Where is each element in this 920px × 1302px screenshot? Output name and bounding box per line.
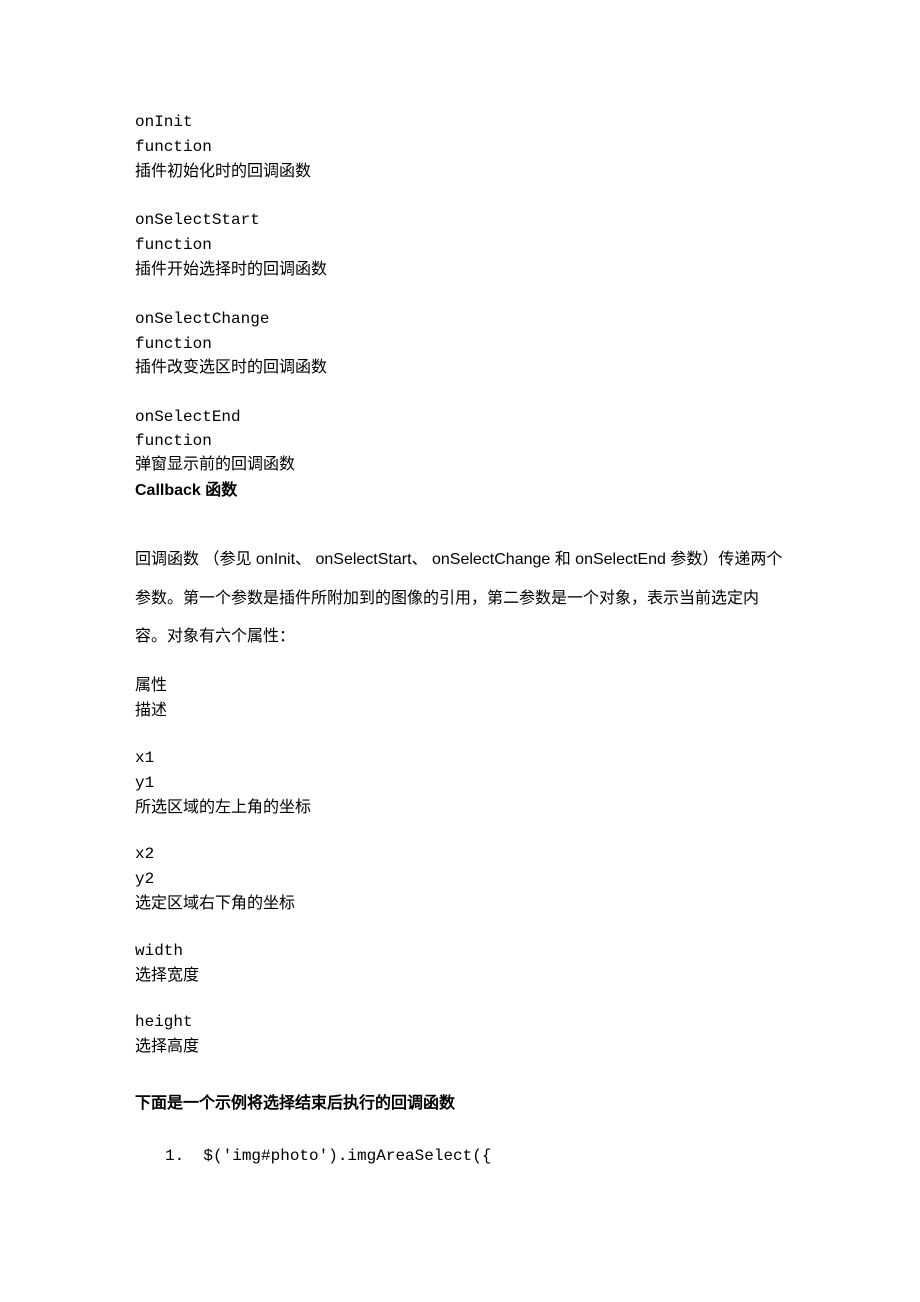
example-heading: 下面是一个示例将选择结束后执行的回调函数 (135, 1092, 785, 1116)
option-name: onSelectEnd (135, 405, 785, 429)
property-x2y2: x2 y2 选定区域右下角的坐标 (135, 842, 785, 916)
option-type: function (135, 135, 785, 160)
property-desc: 选择高度 (135, 1035, 785, 1060)
option-desc: 弹窗显示前的回调函数 (135, 453, 785, 477)
property-desc: 所选区域的左上角的坐标 (135, 796, 785, 821)
code-line-number: 1. (165, 1147, 184, 1165)
property-header: 属性 描述 (135, 674, 785, 724)
callback-heading: Callback 函数 (135, 479, 785, 503)
option-name: onSelectStart (135, 208, 785, 233)
property-header-attr: 属性 (135, 674, 785, 699)
callback-option-onselectchange: onSelectChange function 插件改变选区时的回调函数 (135, 307, 785, 381)
property-x1y1: x1 y1 所选区域的左上角的坐标 (135, 746, 785, 820)
option-type: function (135, 332, 785, 357)
callback-intro: 回调函数 （参见 onInit、 onSelectStart、 onSelect… (135, 541, 785, 656)
option-type: function (135, 429, 785, 453)
property-name: height (135, 1010, 785, 1035)
property-name: y1 (135, 771, 785, 796)
property-desc: 选定区域右下角的坐标 (135, 892, 785, 917)
option-desc: 插件初始化时的回调函数 (135, 160, 785, 185)
callback-option-oninit: onInit function 插件初始化时的回调函数 (135, 110, 785, 184)
property-desc: 选择宽度 (135, 964, 785, 989)
callback-option-onselectstart: onSelectStart function 插件开始选择时的回调函数 (135, 208, 785, 282)
option-desc: 插件改变选区时的回调函数 (135, 356, 785, 381)
property-height: height 选择高度 (135, 1010, 785, 1060)
property-width: width 选择宽度 (135, 939, 785, 989)
option-name: onSelectChange (135, 307, 785, 332)
document-page: onInit function 插件初始化时的回调函数 onSelectStar… (0, 0, 920, 1302)
callback-option-onselectend: onSelectEnd function 弹窗显示前的回调函数 (135, 405, 785, 477)
option-name: onInit (135, 110, 785, 135)
property-name: width (135, 939, 785, 964)
code-line-text: $('img#photo').imgAreaSelect({ (203, 1147, 491, 1165)
property-header-desc: 描述 (135, 699, 785, 724)
code-example-line: 1. $('img#photo').imgAreaSelect({ (135, 1144, 785, 1168)
property-name: x2 (135, 842, 785, 867)
property-name: y2 (135, 867, 785, 892)
option-desc: 插件开始选择时的回调函数 (135, 258, 785, 283)
property-name: x1 (135, 746, 785, 771)
option-type: function (135, 233, 785, 258)
